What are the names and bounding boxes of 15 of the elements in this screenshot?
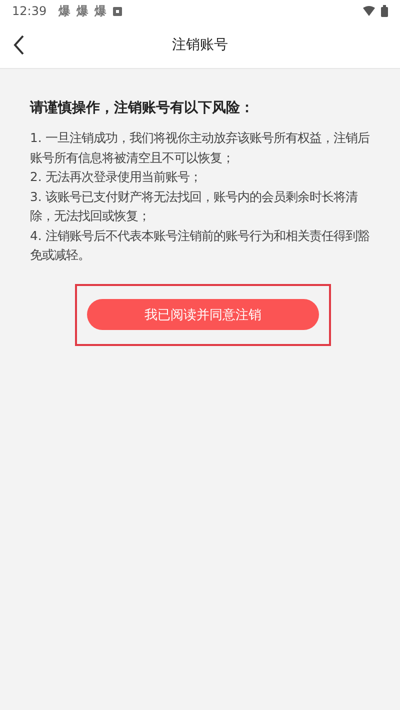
page-title: 注销账号 [172, 36, 228, 54]
notification-icon: 爆 [76, 2, 89, 20]
battery-icon [381, 5, 388, 17]
risk-item: 2. 无法再次登录使用当前账号； [30, 169, 203, 186]
wifi-icon [363, 6, 375, 16]
back-button[interactable] [12, 34, 26, 56]
confirm-button[interactable]: 我已阅读并同意注销 [87, 299, 319, 330]
risk-item: 4. 注销账号后不代表本账号注销前的账号行为和相关责任得到豁免或减轻。 [30, 228, 371, 264]
risk-item: 3. 该账号已支付财产将无法找回，账号内的会员剩余时长将清除，无法找回或恢复； [30, 188, 359, 225]
status-time: 12:39 [12, 4, 47, 18]
risk-item: 1. 一旦注销成功，我们将视你主动放弃该账号所有权益，注销后账号所有信息将被清空且不可以恢复； [30, 130, 371, 166]
notification-icon: 爆 [94, 2, 107, 20]
notification-icon [112, 6, 122, 16]
warning-heading: 请谨慎操作，注销账号有以下风险： [30, 99, 255, 117]
notification-icon: 爆 [58, 2, 71, 20]
